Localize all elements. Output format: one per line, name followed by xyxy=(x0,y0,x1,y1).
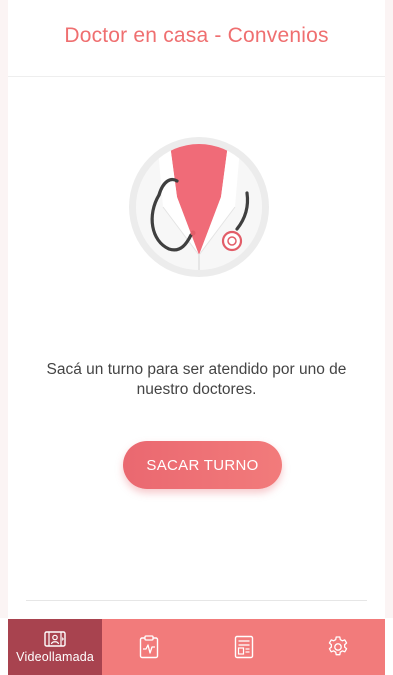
right-edge xyxy=(385,0,393,618)
video-call-icon xyxy=(44,631,66,647)
clipboard-pulse-icon xyxy=(140,635,159,659)
tab-historial[interactable] xyxy=(102,619,196,675)
doctor-illustration xyxy=(129,137,269,277)
bottom-tab-bar: Videollamada xyxy=(8,619,385,675)
tab-label-videollamada: Videollamada xyxy=(16,650,95,664)
page-title: Doctor en casa - Convenios xyxy=(64,24,329,47)
gear-icon xyxy=(328,636,348,656)
info-message: Sacá un turno para ser atendido por uno … xyxy=(46,361,347,398)
tab-documentos[interactable] xyxy=(197,619,291,675)
divider xyxy=(26,600,367,601)
sacar-turno-button[interactable]: SACAR TURNO xyxy=(123,441,282,489)
tab-videollamada[interactable]: Videollamada xyxy=(8,619,103,675)
doctor-icon xyxy=(129,137,269,277)
tab-configuracion[interactable] xyxy=(291,619,385,675)
left-edge xyxy=(0,0,8,618)
app-screen: Doctor en casa - Convenios Sacá un turno… xyxy=(0,0,393,675)
app-header: Doctor en casa - Convenios xyxy=(8,0,385,77)
medical-file-icon xyxy=(234,635,253,659)
